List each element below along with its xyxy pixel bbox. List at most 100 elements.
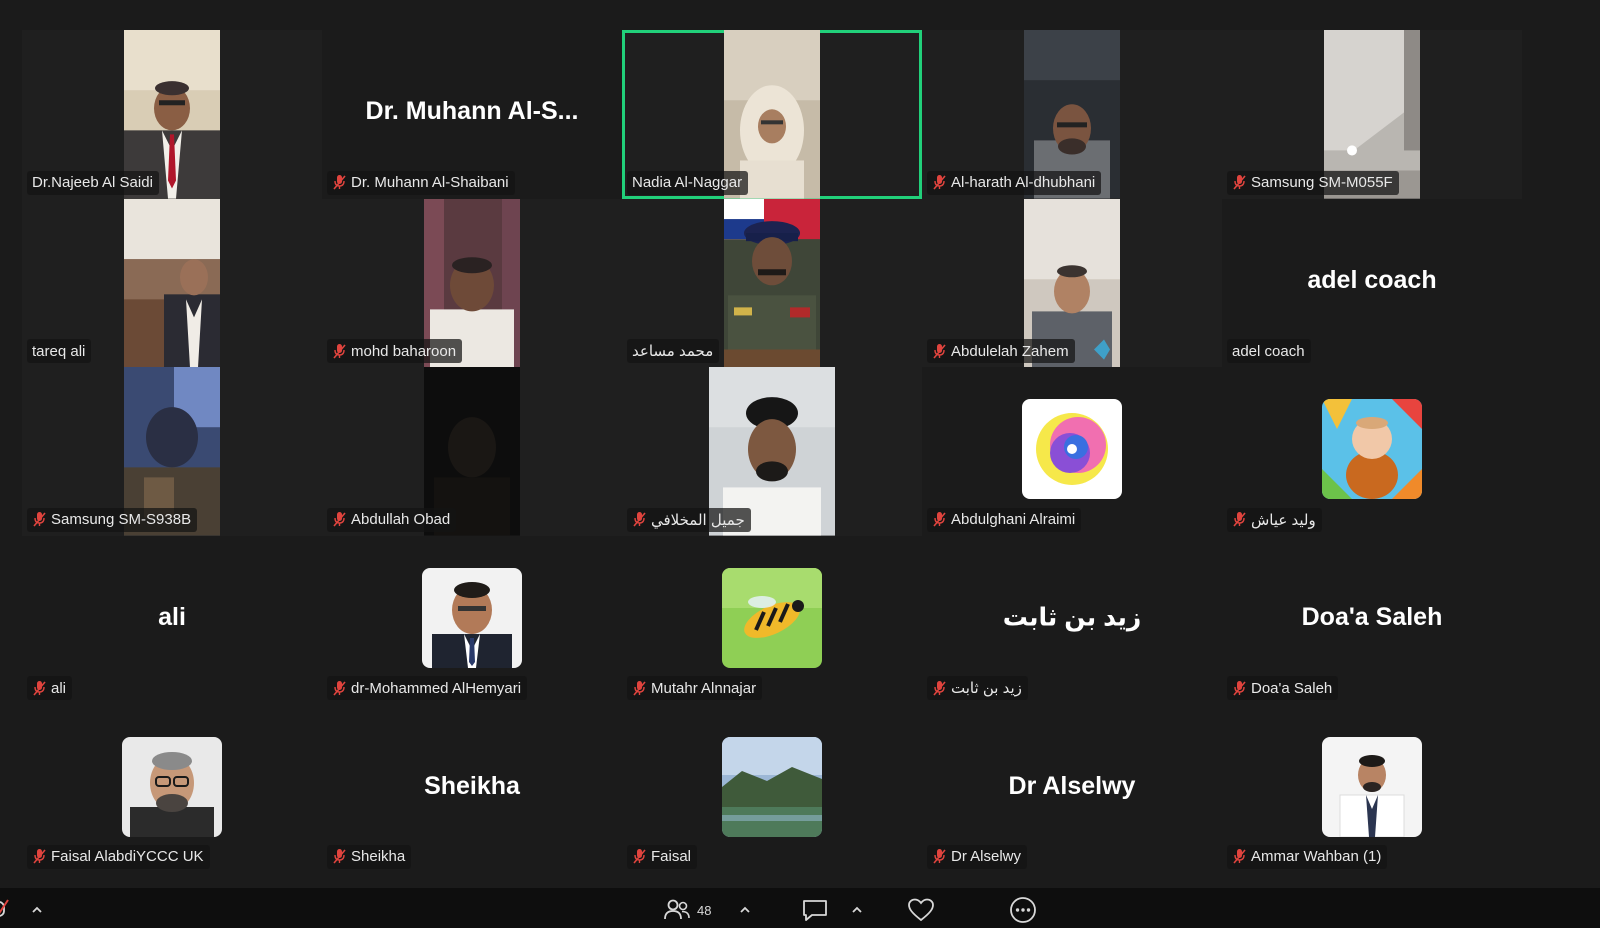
- participant-tile[interactable]: Al-harath Al-dhubhani: [922, 30, 1222, 199]
- participant-tile[interactable]: Ammar Wahban (1): [1222, 704, 1522, 873]
- participant-tile[interactable]: Dr Alselwy Dr Alselwy: [922, 704, 1222, 873]
- participant-tile[interactable]: وليد عياش: [1222, 367, 1522, 536]
- participant-name: Abdulghani Alraimi: [951, 511, 1076, 529]
- participant-name: Faisal: [651, 848, 692, 866]
- participant-tile[interactable]: جميل المخلافي: [622, 367, 922, 536]
- participant-tile-active-speaker[interactable]: Nadia Al-Naggar: [622, 30, 922, 199]
- mic-muted-icon: [933, 512, 946, 527]
- participant-tile[interactable]: tareq ali: [22, 198, 322, 368]
- participant-display-name: زيد بن ثابت: [1002, 603, 1142, 632]
- participant-name-tag: محمد مساعد: [627, 339, 720, 364]
- participant-tile[interactable]: Samsung SM-S938B: [22, 367, 322, 536]
- chevron-up-icon: [852, 906, 862, 913]
- mic-muted-icon: [33, 512, 46, 527]
- participant-tile[interactable]: Abdulelah Zahem: [922, 198, 1222, 368]
- gallery-view: Dr.Najeeb Al Saidi Dr. Muhann Al-S... Dr…: [22, 30, 1522, 873]
- chat-options-caret[interactable]: [850, 896, 864, 924]
- mic-muted-icon: [633, 512, 646, 527]
- participant-display-name: Dr Alselwy: [1008, 771, 1136, 800]
- mute-options-caret[interactable]: [30, 896, 44, 924]
- more-button[interactable]: [1008, 896, 1038, 924]
- participant-display-name: Doa'a Saleh: [1301, 603, 1443, 632]
- participant-avatar: [1322, 399, 1422, 500]
- participant-name: Mutahr Alnnajar: [651, 679, 757, 697]
- participants-button[interactable]: 48: [663, 896, 711, 924]
- participant-tile[interactable]: محمد مساعد: [622, 198, 922, 368]
- participant-tile[interactable]: Faisal AlabdiYCCC UK: [22, 704, 322, 873]
- participants-options-caret[interactable]: [738, 896, 752, 924]
- participant-name: محمد مساعد: [632, 343, 714, 361]
- participant-name-tag: Abdullah Obad: [327, 507, 457, 532]
- participant-display-name: adel coach: [1307, 266, 1437, 295]
- participant-tile[interactable]: Samsung SM-M055F: [1222, 30, 1522, 199]
- participant-display-name: Sheikha: [424, 771, 520, 800]
- participant-name: Samsung SM-M055F: [1251, 174, 1393, 192]
- participant-tile[interactable]: Mutahr Alnnajar: [622, 535, 922, 705]
- participant-name: Nadia Al-Naggar: [632, 174, 743, 192]
- mic-muted-icon: [1233, 512, 1246, 527]
- participant-name-tag: جميل المخلافي: [627, 507, 751, 532]
- participant-name-tag: وليد عياش: [1227, 507, 1322, 532]
- mic-muted-icon: [933, 849, 946, 864]
- participant-name: Doa'a Saleh: [1251, 679, 1333, 697]
- participant-avatar: [1322, 736, 1422, 837]
- participant-name: Dr Alselwy: [951, 848, 1022, 866]
- participant-tile[interactable]: ali ali: [22, 535, 322, 705]
- participant-name-tag: ali: [27, 676, 73, 701]
- mic-muted-icon: [1233, 680, 1246, 696]
- participant-avatar: [122, 736, 222, 837]
- participant-name: ali: [51, 679, 67, 697]
- participant-tile[interactable]: Doa'a Saleh Doa'a Saleh: [1222, 535, 1522, 705]
- participant-tile[interactable]: mohd baharoon: [322, 198, 622, 368]
- meeting-window: Dr.Najeeb Al Saidi Dr. Muhann Al-S... Dr…: [0, 0, 1600, 928]
- participant-video: [724, 198, 820, 368]
- participant-name: Dr. Muhann Al-Shaibani: [351, 174, 509, 192]
- participant-name: Dr.Najeeb Al Saidi: [32, 174, 153, 192]
- mic-muted-icon: [933, 343, 946, 359]
- mic-muted-icon: [333, 680, 346, 696]
- participant-avatar: [1022, 399, 1122, 500]
- mute-icon: [0, 899, 9, 917]
- participant-name-tag: adel coach: [1227, 339, 1311, 364]
- participant-tile[interactable]: Abdulghani Alraimi: [922, 367, 1222, 536]
- mic-muted-icon: [33, 849, 46, 864]
- mic-muted-icon: [333, 512, 346, 527]
- participant-name-tag: Doa'a Saleh: [1227, 676, 1339, 701]
- chevron-up-icon: [740, 906, 750, 913]
- participant-name: Abdullah Obad: [351, 511, 451, 529]
- participant-tile[interactable]: Dr. Muhann Al-S... Dr. Muhann Al-Shaiban…: [322, 30, 622, 199]
- mute-button[interactable]: [0, 896, 12, 924]
- participant-name-tag: Ammar Wahban (1): [1227, 844, 1388, 869]
- participant-video: [124, 198, 220, 368]
- participant-tile[interactable]: زيد بن ثابت زيد بن ثابت: [922, 535, 1222, 705]
- more-icon: [1010, 897, 1036, 923]
- reactions-button[interactable]: [906, 896, 936, 924]
- participant-name: زيد بن ثابت: [951, 680, 1022, 698]
- participant-name: Faisal AlabdiYCCC UK: [51, 848, 204, 866]
- participant-name-tag: Nadia Al-Naggar: [627, 170, 749, 195]
- participant-name: Ammar Wahban (1): [1251, 848, 1382, 866]
- mic-muted-icon: [1233, 849, 1246, 864]
- mic-muted-icon: [933, 680, 946, 696]
- participant-tile[interactable]: dr-Mohammed AlHemyari: [322, 535, 622, 705]
- participant-display-name: Dr. Muhann Al-S...: [365, 97, 579, 126]
- participant-name-tag: Samsung SM-M055F: [1227, 170, 1399, 195]
- participant-tile[interactable]: Dr.Najeeb Al Saidi: [22, 30, 322, 199]
- participant-name-tag: Mutahr Alnnajar: [627, 676, 763, 701]
- participant-count: 48: [697, 902, 712, 918]
- participant-tile[interactable]: adel coach adel coach: [1222, 198, 1522, 368]
- participant-name: Sheikha: [351, 848, 406, 866]
- participant-tile[interactable]: Abdullah Obad: [322, 367, 622, 536]
- participant-name-tag: Al-harath Al-dhubhani: [927, 170, 1102, 195]
- participant-name-tag: زيد بن ثابت: [927, 676, 1028, 701]
- participant-tile[interactable]: Sheikha Sheikha: [322, 704, 622, 873]
- meeting-toolbar: 48: [0, 888, 1600, 928]
- participant-avatar: [422, 568, 522, 669]
- participant-name: وليد عياش: [1251, 511, 1316, 529]
- participant-name-tag: Abdulelah Zahem: [927, 339, 1075, 364]
- participant-tile[interactable]: Faisal: [622, 704, 922, 873]
- chat-button[interactable]: [800, 896, 830, 924]
- participants-icon: [664, 899, 690, 920]
- participant-name-tag: dr-Mohammed AlHemyari: [327, 676, 528, 701]
- participant-name: جميل المخلافي: [651, 511, 745, 529]
